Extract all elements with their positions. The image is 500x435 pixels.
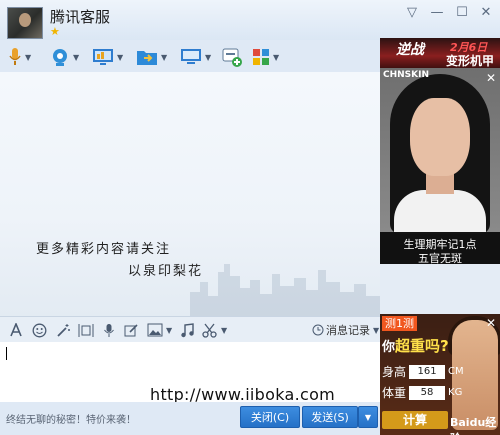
height-input[interactable]: 161 (409, 364, 446, 379)
app-add-icon (222, 48, 242, 67)
file-transfer-button[interactable]: ▼ (136, 46, 167, 68)
game-ad-banner[interactable]: 逆战 2月6日 变形机甲 (380, 38, 500, 68)
chevron-down-icon: ▼ (364, 412, 372, 422)
skincare-ad[interactable]: CHNSKIN ✕ 生理期牢记1点 五官无斑 (380, 68, 500, 264)
chevron-down-icon[interactable]: ▼ (166, 326, 172, 335)
chevron-down-icon[interactable]: ▼ (273, 53, 279, 62)
send-button[interactable]: 发送(S) (302, 406, 358, 428)
ad-close-icon[interactable]: ✕ (486, 71, 496, 85)
screen-share-icon (93, 49, 113, 65)
ad-close-icon[interactable]: ✕ (486, 316, 496, 330)
microphone-button[interactable]: ▼ (8, 46, 31, 68)
video-call-button[interactable]: ▼ (50, 46, 79, 68)
font-icon[interactable] (9, 322, 23, 338)
contact-name: 腾讯客服 (50, 8, 111, 26)
file-transfer-icon (137, 51, 157, 65)
ad-game-subtitle: 变形机甲 (446, 54, 495, 68)
chevron-down-icon[interactable]: ▼ (73, 53, 79, 62)
screen-share-button[interactable]: ▼ (92, 46, 123, 68)
menu-icon[interactable]: ▽ (402, 6, 422, 20)
ad-caption-2: 五官无斑 (418, 252, 462, 264)
emoji-icon[interactable] (32, 322, 47, 338)
clock-icon (312, 324, 324, 336)
close-icon[interactable]: ✕ (476, 6, 496, 20)
star-icon: ★ (50, 25, 60, 38)
remote-desktop-icon (181, 49, 201, 64)
ad-spacer (380, 264, 500, 314)
chevron-down-icon[interactable]: ▼ (373, 326, 379, 335)
calculate-button[interactable]: 计算 (382, 411, 448, 429)
chevron-down-icon[interactable]: ▼ (205, 53, 211, 62)
close-button[interactable]: 关闭(C) (240, 406, 300, 428)
chat-history[interactable]: 更多精彩内容请关注 以泉印梨花 (0, 72, 380, 316)
ad-photo (380, 68, 500, 234)
weight-row: 体重 58 KG (382, 385, 463, 400)
chevron-down-icon[interactable]: ▼ (221, 326, 227, 335)
maximize-icon[interactable]: ☐ (452, 6, 472, 20)
text-cursor (6, 347, 7, 360)
chat-window: 腾讯客服 ★ ▽ — ☐ ✕ ▼ ▼ ▼ ▼ ▼ ▼ 更多精彩内容请关注 以泉印… (0, 0, 500, 435)
chevron-down-icon[interactable]: ▼ (117, 53, 123, 62)
magic-icon[interactable] (56, 322, 71, 338)
note-line-1: 更多精彩内容请关注 (36, 242, 172, 257)
baidu-watermark: Baidu经验 (450, 416, 497, 435)
ad-game-title: 逆战 (396, 42, 424, 58)
chevron-down-icon[interactable]: ▼ (25, 53, 31, 62)
ad-tag: 测1测 (382, 316, 417, 331)
app-add-button[interactable] (222, 46, 242, 68)
voice-icon[interactable] (103, 322, 115, 338)
weight-test-ad[interactable]: 测1测 ✕ 你超重吗? 身高161CM 体重58KG 计算 Baidu经验 (380, 314, 500, 435)
weight-input[interactable]: 58 (409, 385, 446, 400)
screenshot-icon[interactable] (78, 322, 94, 338)
ad-brand: CHNSKIN (383, 70, 430, 80)
history-label: 消息记录 (326, 324, 370, 337)
apps-button[interactable]: ▼ (252, 46, 279, 68)
video-call-icon (53, 49, 67, 66)
message-history-button[interactable]: 消息记录 ▼ (312, 322, 379, 338)
ad-headline: 你超重吗? (382, 337, 449, 355)
height-row: 身高 161 CM (382, 364, 464, 379)
scissors-icon[interactable]: ▼ (202, 322, 227, 338)
edit-icon[interactable] (124, 322, 139, 338)
skyline-background (190, 264, 380, 316)
note-line-2: 以泉印梨花 (128, 264, 204, 279)
top-toolbar: ▼ ▼ ▼ ▼ ▼ ▼ (0, 42, 380, 72)
send-options-button[interactable]: ▼ (358, 406, 378, 428)
format-toolbar: ▼ ▼ 消息记录 ▼ (0, 316, 380, 343)
microphone-icon (9, 48, 21, 65)
minimize-icon[interactable]: — (427, 6, 447, 20)
footer-bar: 终结无聊的秘密！特价来袭！ 关闭(C) 发送(S) ▼ (0, 402, 380, 435)
avatar[interactable] (7, 7, 43, 39)
music-icon[interactable] (180, 322, 194, 338)
image-icon[interactable]: ▼ (147, 322, 172, 338)
remote-desktop-button[interactable]: ▼ (180, 46, 211, 68)
promo-tip-link[interactable]: 终结无聊的秘密！特价来袭！ (6, 411, 136, 426)
title-bar: 腾讯客服 ★ ▽ — ☐ ✕ (0, 0, 500, 40)
chevron-down-icon[interactable]: ▼ (161, 53, 167, 62)
apps-grid-icon (253, 49, 269, 65)
